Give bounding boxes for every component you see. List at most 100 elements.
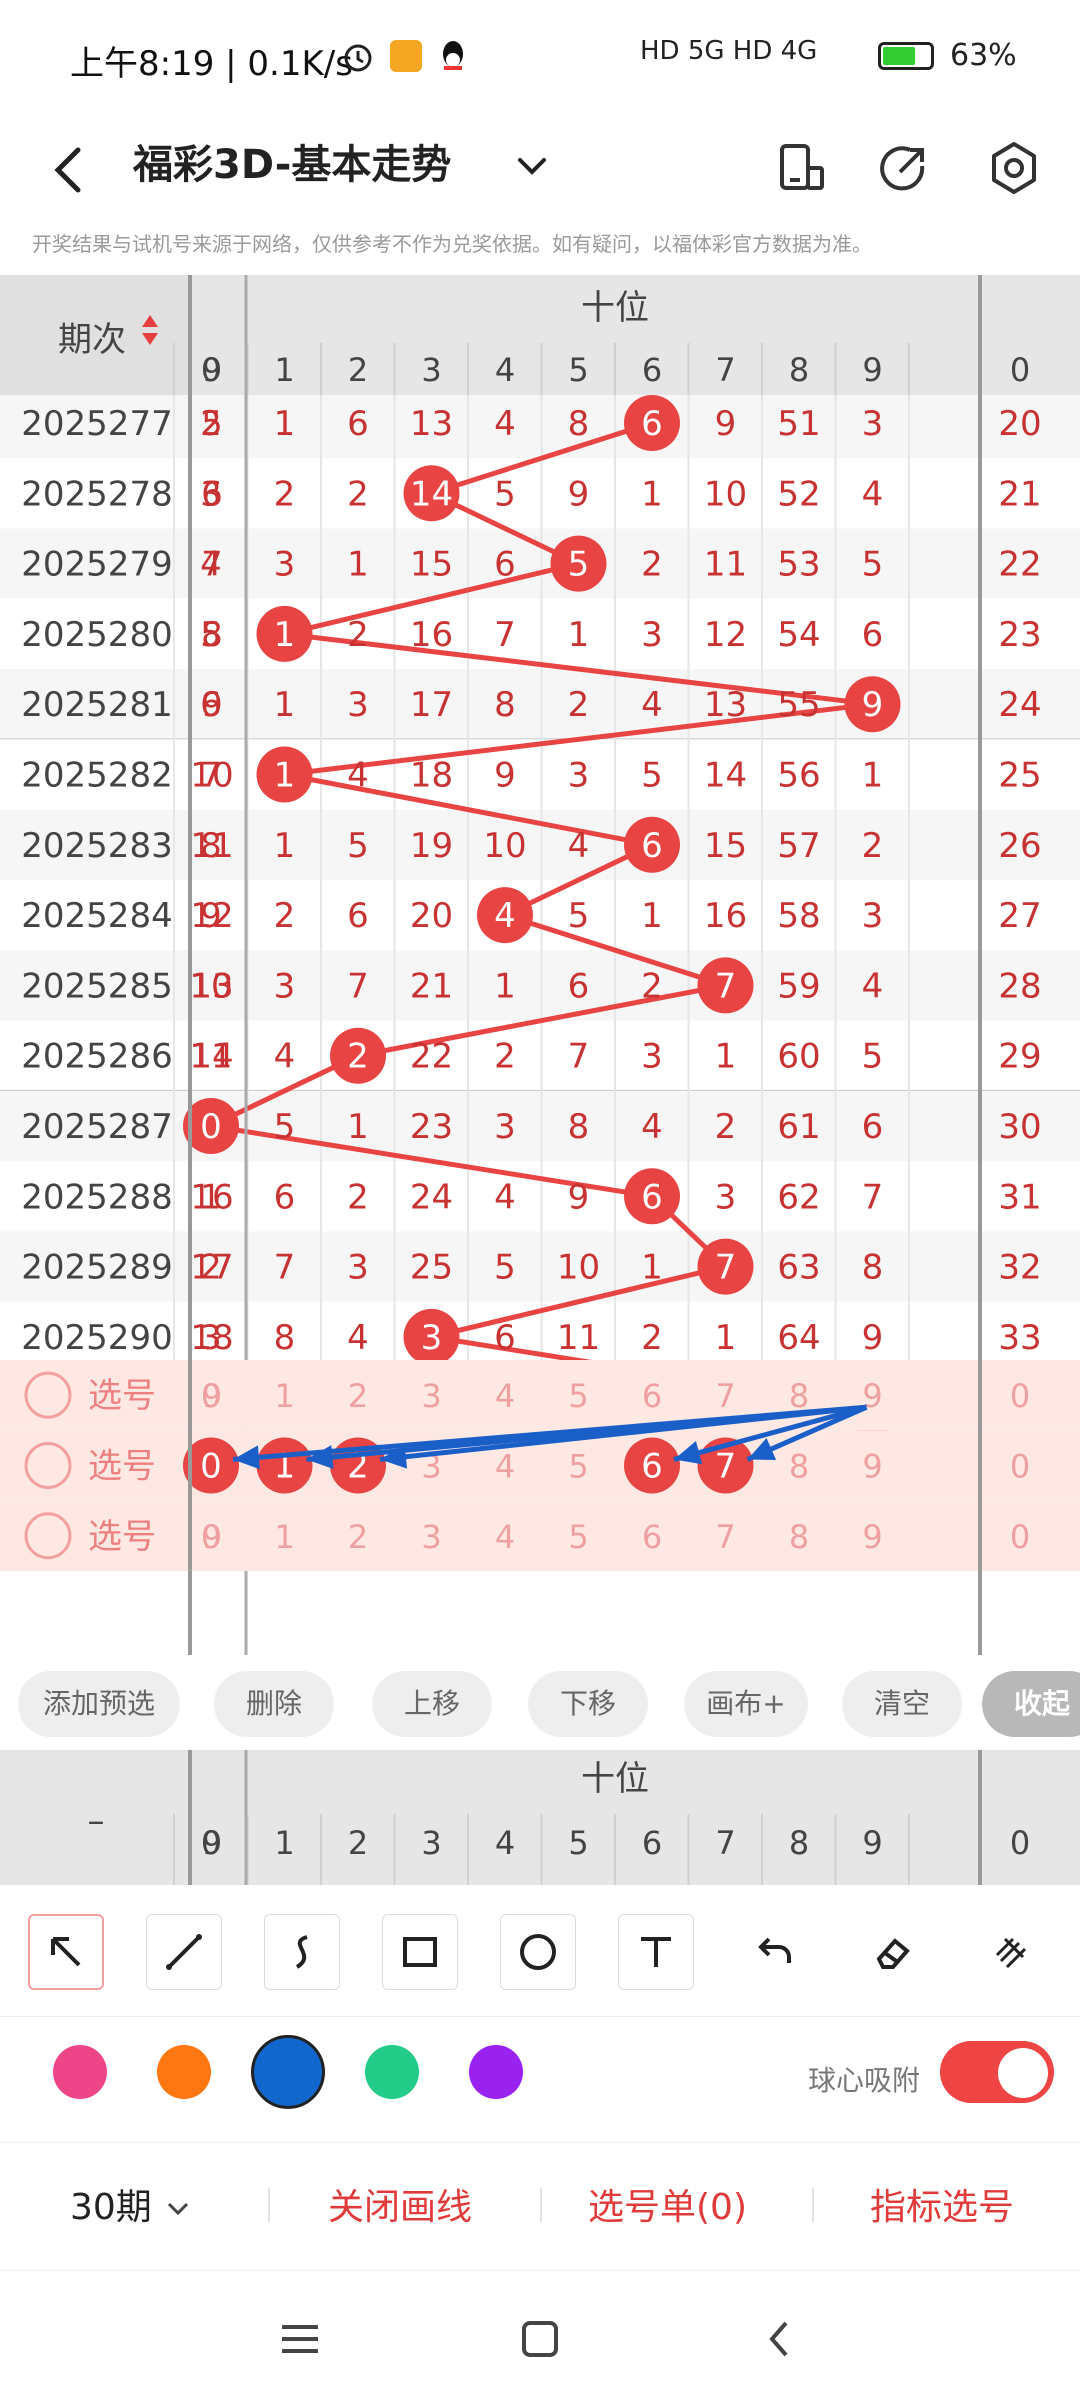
miss-cell: 2 <box>347 1177 369 1217</box>
miss-cell: 54 <box>777 615 820 655</box>
right-cell: 27 <box>998 896 1041 936</box>
picked-ball-number: 7 <box>715 1446 737 1486</box>
period-number: 2025289 <box>21 1248 172 1288</box>
miss-cell: 1 <box>347 545 369 585</box>
delete-button[interactable]: 删除 <box>214 1671 334 1737</box>
right-cell: 25 <box>998 756 1041 796</box>
miss-cell: 5 <box>347 826 369 866</box>
column-header: 0 <box>201 351 221 389</box>
curve-tool[interactable] <box>264 1914 340 1990</box>
miss-cell: 5 <box>494 1248 516 1288</box>
column-header: 5 <box>568 351 588 389</box>
chevron-down-icon[interactable] <box>512 136 552 196</box>
miss-cell: 3 <box>274 966 296 1006</box>
line-tool[interactable] <box>146 1914 222 1990</box>
period-number: 2025287 <box>21 1107 172 1147</box>
miss-cell: 7 <box>862 1177 884 1217</box>
miss-cell: 6 <box>862 615 884 655</box>
miss-cell: 6 <box>862 1107 884 1147</box>
color-picker-row: 球心吸附 <box>0 2016 1080 2143</box>
miss-cell: 8 <box>200 826 222 866</box>
miss-cell: 3 <box>347 1248 369 1288</box>
home-nav-button[interactable] <box>510 2309 570 2373</box>
add-preselect-button[interactable]: 添加预选 <box>18 1671 180 1737</box>
period-select[interactable]: 30期 <box>70 2178 193 2230</box>
snap-toggle-knob <box>998 2048 1048 2098</box>
miss-cell: 8 <box>494 685 516 725</box>
period-number: 2025281 <box>21 685 172 725</box>
network-indicator: HD 5G HD 4G <box>640 36 818 66</box>
menu-nav-button[interactable] <box>270 2309 330 2373</box>
secondary-column-header: 0 <box>1010 1824 1030 1862</box>
color-swatch[interactable] <box>365 2045 419 2099</box>
right-cell: 32 <box>998 1248 1041 1288</box>
miss-cell: 57 <box>777 826 820 866</box>
close-lines-button[interactable]: 关闭画线 <box>328 2178 472 2230</box>
miss-cell: 14 <box>704 756 747 796</box>
trend-chart[interactable]: 期次 十位 9 0 1 2 3 4 5 6 7 8 9 0 2025277 5 2 1 6 13 4 8 6 9 51 3 20 20… <box>0 275 1080 1655</box>
select-right: 0 <box>1010 1447 1030 1485</box>
canvas-add-button[interactable]: 画布+ <box>684 1671 808 1737</box>
period-number: 2025290 <box>21 1318 172 1358</box>
miss-cell: 62 <box>777 1177 820 1217</box>
group-header-tens: 十位 <box>581 288 649 328</box>
text-tool[interactable] <box>618 1914 694 1990</box>
period-select-label: 30期 <box>70 2187 152 2228</box>
collapse-button[interactable]: 收起 <box>982 1671 1080 1737</box>
drawing-toolbar <box>0 1890 1080 2015</box>
share-button[interactable] <box>864 128 944 208</box>
brush-tool[interactable] <box>972 1914 1048 1990</box>
rectangle-tool[interactable] <box>382 1914 458 1990</box>
color-swatch[interactable] <box>157 2045 211 2099</box>
back-button[interactable] <box>40 130 100 210</box>
action-buttons-row: 添加预选 删除 上移 下移 画布+ 清空 收起 <box>0 1665 1080 1745</box>
hit-ball-number: 1 <box>274 615 296 655</box>
select-cell: 0 <box>201 1377 221 1415</box>
eraser-icon <box>876 1938 910 1969</box>
arrow-pointer-tool[interactable] <box>28 1914 104 1990</box>
undo-tool[interactable] <box>736 1914 812 1990</box>
eraser-tool[interactable] <box>854 1914 930 1990</box>
color-swatch[interactable] <box>469 2045 523 2099</box>
miss-cell: 3 <box>200 1318 222 1358</box>
secondary-header-dash: – <box>88 1801 105 1841</box>
color-swatch[interactable] <box>53 2045 107 2099</box>
miss-cell: 5 <box>200 615 222 655</box>
miss-cell: 1 <box>274 404 296 444</box>
miss-cell: 4 <box>641 1107 663 1147</box>
column-header: 7 <box>715 351 735 389</box>
column-header: 8 <box>789 351 809 389</box>
miss-cell: 2 <box>347 474 369 514</box>
right-cell: 24 <box>998 685 1041 725</box>
right-cell: 28 <box>998 966 1041 1006</box>
miss-cell: 2 <box>568 685 590 725</box>
period-number: 2025282 <box>21 756 172 796</box>
clear-button[interactable]: 清空 <box>842 1671 962 1737</box>
miss-cell: 16 <box>704 896 747 936</box>
move-up-button[interactable]: 上移 <box>372 1671 492 1737</box>
select-cell: 6 <box>642 1518 662 1556</box>
column-header: 1 <box>274 351 294 389</box>
miss-cell: 7 <box>274 1248 296 1288</box>
color-swatch[interactable] <box>251 2035 325 2109</box>
selection-list-button[interactable]: 选号单(0) <box>588 2178 747 2230</box>
move-down-button[interactable]: 下移 <box>528 1671 648 1737</box>
layout-toggle-button[interactable] <box>758 128 838 208</box>
secondary-column-header: 6 <box>642 1824 662 1862</box>
indicator-select-button[interactable]: 指标选号 <box>870 2178 1014 2230</box>
select-row-bg <box>0 1500 1080 1571</box>
settings-button[interactable] <box>974 128 1054 208</box>
secondary-header-bg <box>0 1750 1080 1885</box>
miss-cell: 4 <box>347 756 369 796</box>
back-nav-button[interactable] <box>750 2309 810 2373</box>
select-label: 选号 <box>88 1376 156 1416</box>
period-number: 2025284 <box>21 896 172 936</box>
hit-ball-number: 6 <box>641 404 663 444</box>
miss-cell: 1 <box>641 896 663 936</box>
miss-cell: 8 <box>568 404 590 444</box>
select-cell: 9 <box>862 1518 882 1556</box>
page-title[interactable]: 福彩3D-基本走势 <box>133 132 451 190</box>
circle-tool[interactable] <box>500 1914 576 1990</box>
miss-cell: 1 <box>568 615 590 655</box>
column-header: 4 <box>495 351 515 389</box>
